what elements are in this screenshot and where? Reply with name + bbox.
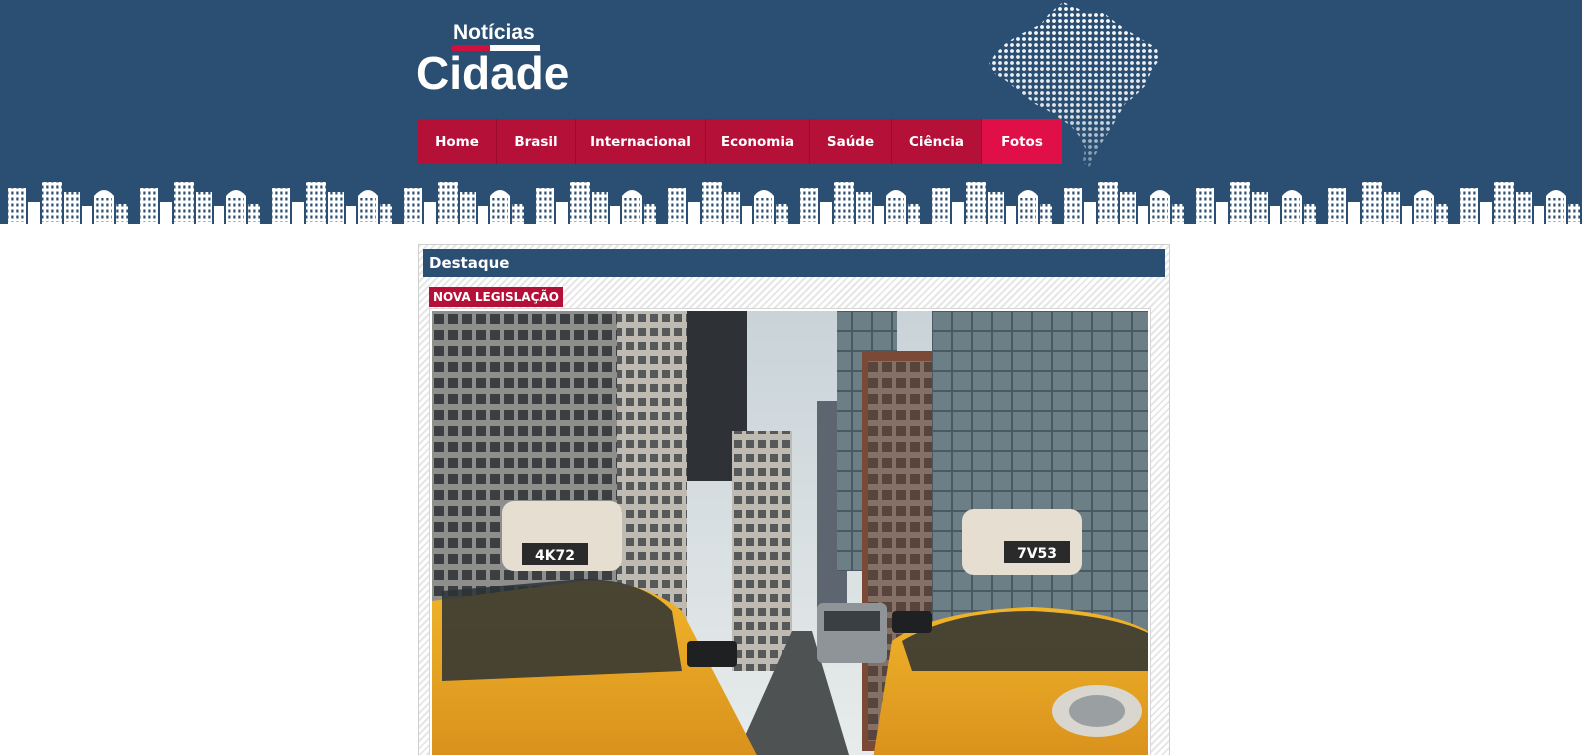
site-logo[interactable]: Notícias Cidade [416,20,576,100]
site-header: Notícias Cidade Home Brasil Internaciona… [0,0,1582,228]
logo-top-text: Notícias [453,21,535,44]
featured-photo-frame[interactable]: 4K72 7V53 [429,308,1151,755]
main-nav: Home Brasil Internacional Economia Saúde… [418,119,1062,164]
featured-section: Destaque NOVA LEGISLAÇÃO 4K72 7V53 [418,244,1170,755]
far-left-tower [732,431,792,671]
nav-item-saude[interactable]: Saúde [810,119,892,164]
nav-item-fotos[interactable]: Fotos [982,119,1062,164]
logo-main-text: Cidade [416,47,570,99]
nav-item-internacional[interactable]: Internacional [576,119,706,164]
category-tag[interactable]: NOVA LEGISLAÇÃO [429,287,563,307]
city-skyline [0,182,1582,228]
nav-item-home[interactable]: Home [418,119,497,164]
section-title: Destaque [423,249,1165,277]
nav-item-economia[interactable]: Economia [706,119,810,164]
svg-text:4K72: 4K72 [535,548,575,564]
nav-item-ciencia[interactable]: Ciência [892,119,982,164]
svg-text:7V53: 7V53 [1017,546,1057,562]
featured-photo[interactable]: 4K72 7V53 [432,311,1148,755]
nav-item-brasil[interactable]: Brasil [497,119,576,164]
